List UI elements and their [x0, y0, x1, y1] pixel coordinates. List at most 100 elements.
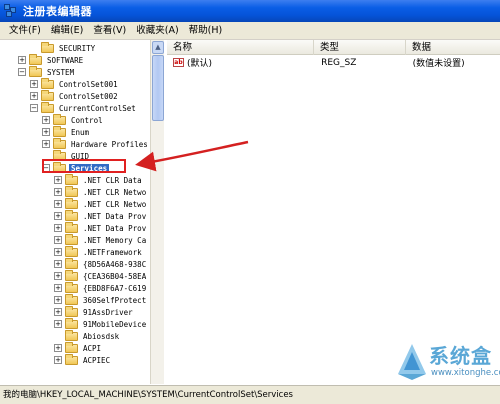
- tree-node[interactable]: SECURITY: [30, 41, 97, 54]
- expand-icon[interactable]: +: [54, 356, 62, 364]
- tree-node[interactable]: Abiosdsk: [54, 329, 121, 342]
- menu-view[interactable]: 查看(V): [88, 22, 131, 40]
- expand-icon[interactable]: +: [54, 272, 62, 280]
- regedit-icon: [4, 4, 18, 18]
- tree-node-label: Control: [71, 115, 103, 125]
- expand-icon[interactable]: +: [54, 200, 62, 208]
- tree-node[interactable]: + .NETFramework: [54, 245, 144, 258]
- folder-icon: [65, 173, 78, 185]
- expand-icon[interactable]: +: [54, 224, 62, 232]
- table-row[interactable]: ab (默认) REG_SZ (数值未设置): [167, 56, 500, 69]
- scroll-up-icon[interactable]: ▲: [152, 41, 164, 54]
- folder-icon: [65, 233, 78, 245]
- menu-help[interactable]: 帮助(H): [184, 22, 228, 40]
- tree-node-label: .NET CLR Data: [83, 175, 142, 185]
- folder-icon: [65, 185, 78, 197]
- folder-icon: [65, 245, 78, 257]
- tree-node[interactable]: + {CEA36B04-58EA: [54, 269, 148, 282]
- tree-node-label: CurrentControlSet: [59, 103, 136, 113]
- column-data[interactable]: 数据: [406, 40, 500, 55]
- menu-favorites[interactable]: 收藏夹(A): [131, 22, 183, 40]
- tree-node-label: .NETFramework: [83, 247, 142, 257]
- folder-icon: [41, 41, 54, 53]
- folder-icon: [65, 197, 78, 209]
- menu-file[interactable]: 文件(F): [4, 22, 46, 40]
- folder-icon: [53, 137, 66, 149]
- folder-icon: [65, 281, 78, 293]
- tree-node[interactable]: + Enum: [42, 125, 91, 138]
- expand-icon[interactable]: +: [54, 248, 62, 256]
- tree-scrollbar[interactable]: ▲: [150, 40, 164, 384]
- expand-icon[interactable]: +: [54, 176, 62, 184]
- folder-icon: [65, 257, 78, 269]
- folder-icon: [65, 341, 78, 353]
- tree-node[interactable]: + {EBD8F6A7-C619: [54, 281, 148, 294]
- tree-node[interactable]: +360SelfProtect: [54, 293, 148, 306]
- title-bar: 注册表编辑器: [0, 0, 500, 22]
- tree-node[interactable]: + ACPIEC: [54, 353, 112, 366]
- tree-node-label: ACPIEC: [83, 355, 111, 365]
- tree-node-label: Abiosdsk: [83, 331, 120, 341]
- tree-node[interactable]: + Control: [42, 113, 105, 126]
- tree-node[interactable]: + SOFTWARE: [18, 53, 85, 66]
- expand-icon[interactable]: +: [42, 140, 50, 148]
- folder-icon: [65, 221, 78, 233]
- tree-node-label: .NET Memory Ca: [83, 235, 147, 245]
- tree-node[interactable]: + {8D56A468-938C: [54, 257, 148, 270]
- tree-node[interactable]: + ControlSet002: [30, 89, 120, 102]
- collapse-icon[interactable]: −: [18, 68, 26, 76]
- tree-node[interactable]: + ACPI: [54, 341, 103, 354]
- tree-node[interactable]: + .NET Data Prov: [54, 209, 148, 222]
- menu-edit[interactable]: 编辑(E): [46, 22, 88, 40]
- expand-icon[interactable]: +: [42, 128, 50, 136]
- expand-icon[interactable]: +: [30, 80, 38, 88]
- expand-icon[interactable]: +: [18, 56, 26, 64]
- expand-icon[interactable]: +: [54, 296, 62, 304]
- tree-node[interactable]: − SYSTEM: [18, 65, 76, 78]
- tree-node[interactable]: + .NET Data Prov: [54, 221, 148, 234]
- tree-node-label: ControlSet002: [59, 91, 118, 101]
- tree-node[interactable]: + .NET CLR Netwo: [54, 185, 148, 198]
- expand-icon[interactable]: +: [54, 260, 62, 268]
- value-name: (默认): [186, 59, 212, 69]
- expand-icon[interactable]: +: [42, 116, 50, 124]
- tree-node-label: .NET Data Prov: [83, 211, 147, 221]
- tree-node[interactable]: + .NET Memory Ca: [54, 233, 148, 246]
- tree-node[interactable]: + ControlSet001: [30, 77, 120, 90]
- watermark-brand: 系统盒: [429, 344, 492, 368]
- folder-icon: [41, 89, 54, 101]
- tree-node-label: 91AssDriver: [83, 307, 133, 317]
- expand-icon[interactable]: +: [30, 92, 38, 100]
- tree-node[interactable]: +91MobileDevice: [54, 317, 148, 330]
- collapse-icon[interactable]: −: [30, 104, 38, 112]
- value-data: (数值未设置): [412, 59, 465, 69]
- tree-node-label: ControlSet001: [59, 79, 118, 89]
- tree-node-label: {8D56A468-938C: [83, 259, 147, 269]
- watermark-url: www.xitonghe.com: [431, 368, 500, 378]
- menu-bar: 文件(F) 编辑(E) 查看(V) 收藏夹(A) 帮助(H): [0, 22, 500, 40]
- watermark-logo-icon: [398, 344, 426, 380]
- folder-icon: [65, 353, 78, 365]
- column-name[interactable]: 名称: [167, 40, 314, 55]
- expand-icon[interactable]: +: [54, 188, 62, 196]
- expand-icon[interactable]: +: [54, 236, 62, 244]
- tree-node-label: 360SelfProtect: [83, 295, 147, 305]
- expand-icon[interactable]: +: [54, 308, 62, 316]
- expand-icon[interactable]: +: [54, 320, 62, 328]
- expand-icon[interactable]: +: [54, 344, 62, 352]
- tree-node[interactable]: + .NET CLR Data: [54, 173, 144, 186]
- tree-node[interactable]: + .NET CLR Netwo: [54, 197, 148, 210]
- tree-node-label: .NET CLR Netwo: [83, 187, 147, 197]
- tree-node[interactable]: + Hardware Profiles: [42, 137, 150, 150]
- folder-icon: [65, 305, 78, 317]
- scroll-thumb[interactable]: [152, 55, 164, 121]
- folder-icon: [65, 293, 78, 305]
- tree-node-label: Hardware Profiles: [71, 139, 148, 149]
- expand-icon[interactable]: +: [54, 284, 62, 292]
- tree-node[interactable]: +91AssDriver: [54, 305, 135, 318]
- tree-node[interactable]: − CurrentControlSet: [30, 101, 138, 114]
- tree-node-label: {EBD8F6A7-C619: [83, 283, 147, 293]
- column-type[interactable]: 类型: [314, 40, 406, 55]
- expand-icon[interactable]: +: [54, 212, 62, 220]
